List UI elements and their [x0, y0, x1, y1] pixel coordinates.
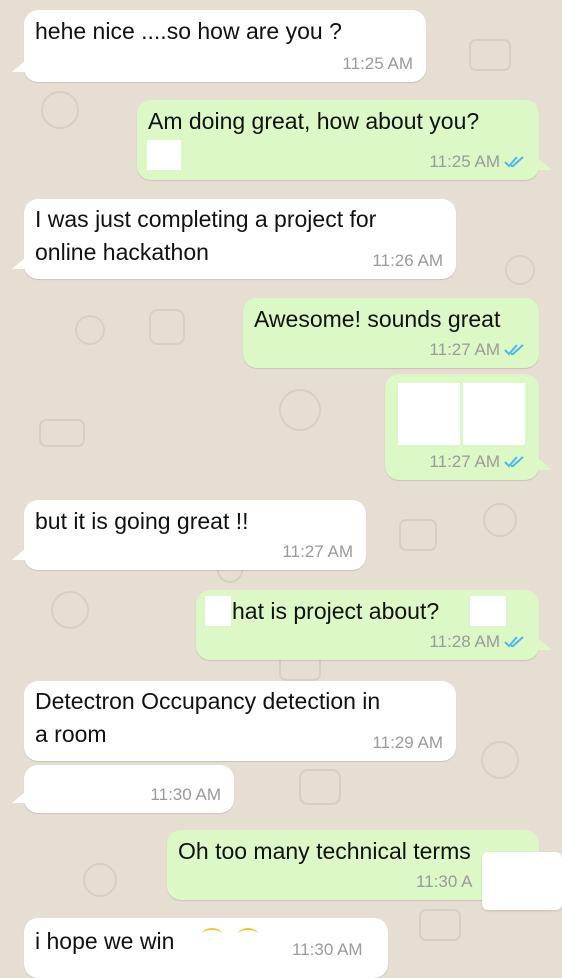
message-timestamp: 11:27 AM [429, 340, 500, 359]
message-bubble-outgoing[interactable]: Am doing great, how about you? 11:25 AM [137, 100, 539, 180]
message-meta: 11:25 AM [429, 152, 526, 172]
bubble-tail [12, 548, 26, 560]
message-text-line: online hackathon [35, 239, 209, 265]
double-check-icon [504, 456, 524, 468]
bubble-tail [12, 791, 26, 803]
redacted-region [239, 239, 307, 269]
message-bubble-outgoing[interactable]: 11:27 AM [385, 374, 539, 480]
message-timestamp: 11:28 AM [429, 632, 500, 651]
message-text: but it is going great !! [35, 508, 249, 534]
message-timestamp: 11:25 AM [342, 54, 413, 73]
message-bubble-incoming[interactable]: I was just completing a project for onli… [24, 199, 456, 279]
emoji-icon [202, 928, 222, 940]
message-text-line: Detectron Occupancy detection in [35, 688, 381, 714]
double-check-icon [504, 636, 524, 648]
message-text: hehe nice ....so how are you ? [35, 18, 342, 44]
message-bubble-incoming[interactable]: i hope we win 11:30 AM [24, 918, 388, 978]
bubble-tail [538, 158, 552, 170]
emoji-icon [238, 928, 258, 940]
redacted-region [470, 596, 506, 626]
message-text: Am doing great, how about you? [148, 108, 480, 134]
message-text: Oh too many technical terms [178, 838, 471, 864]
message-timestamp: 11:27 AM [429, 452, 500, 471]
bubble-tail [538, 458, 552, 470]
message-bubble-outgoing[interactable]: Awesome! sounds great 11:27 AM [243, 298, 539, 368]
message-meta: 11:27 AM [429, 452, 526, 472]
message-bubble-incoming[interactable]: Detectron Occupancy detection in a room … [24, 681, 456, 761]
message-text-line: a room [35, 721, 107, 747]
message-timestamp: 11:30 AM [150, 785, 221, 804]
message-meta: 11:27 AM [429, 340, 526, 360]
bubble-tail [538, 638, 552, 650]
message-text-line: I was just completing a project for [35, 206, 377, 232]
redacted-region [120, 721, 190, 751]
message-timestamp: 11:30 AM [292, 940, 363, 959]
message-bubble-incoming[interactable]: 11:30 AM [24, 765, 234, 813]
redacted-region [76, 771, 110, 801]
double-check-icon [504, 344, 524, 356]
message-timestamp: 11:25 AM [429, 152, 500, 171]
message-timestamp: 11:30 A [416, 872, 473, 891]
message-bubble-outgoing[interactable]: hat is project about? 11:28 AM [196, 590, 539, 660]
redacted-region [378, 14, 408, 44]
redacted-region [482, 852, 562, 910]
redacted-region [147, 140, 181, 170]
message-text: i hope we win [35, 928, 175, 954]
redacted-region [286, 506, 356, 536]
message-timestamp: 11:27 AM [282, 542, 353, 561]
redacted-region [463, 383, 525, 445]
redacted-region [36, 771, 70, 801]
message-meta: 11:28 AM [429, 632, 526, 652]
bubble-tail [12, 60, 26, 72]
message-text: Awesome! sounds great [254, 306, 501, 332]
redacted-region [205, 596, 231, 626]
message-timestamp: 11:29 AM [372, 733, 443, 752]
message-timestamp: 11:26 AM [372, 251, 443, 270]
message-bubble-incoming[interactable]: but it is going great !! 11:27 AM [24, 500, 366, 570]
bubble-tail [12, 257, 26, 269]
message-bubble-incoming[interactable]: hehe nice ....so how are you ? 11:25 AM [24, 10, 426, 82]
redacted-region [398, 383, 460, 445]
message-text: hat is project about? [232, 598, 440, 624]
double-check-icon [504, 156, 524, 168]
